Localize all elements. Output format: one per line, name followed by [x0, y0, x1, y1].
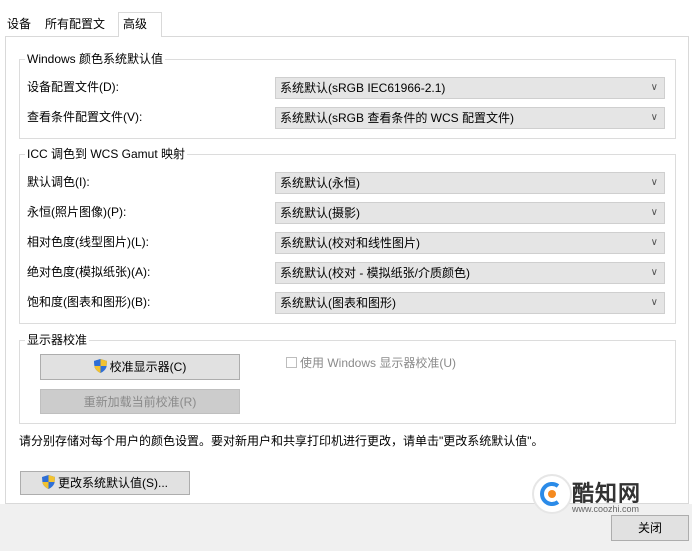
watermark-logo-icon: [532, 474, 572, 514]
default-rendering-value: 系统默认(永恒): [280, 176, 360, 190]
default-rendering-label: 默认调色(I):: [27, 175, 90, 189]
saturation-label: 饱和度(图表和图形)(B):: [27, 295, 151, 309]
device-profile-label: 设备配置文件(D):: [27, 80, 119, 94]
group-title: 显示器校准: [25, 332, 90, 348]
saturation-value: 系统默认(图表和图形): [280, 296, 396, 310]
default-rendering-select[interactable]: 系统默认(永恒) ∨: [275, 172, 665, 194]
relative-colorimetric-value: 系统默认(校对和线性图片): [280, 236, 420, 250]
absolute-colorimetric-value: 系统默认(校对 - 模拟纸张/介质颜色): [280, 266, 470, 280]
tab-devices[interactable]: 设备: [3, 14, 35, 35]
watermark: 酷知网 www.coozhi.com: [512, 466, 692, 526]
uac-shield-icon: [93, 359, 107, 373]
chevron-down-icon: ∨: [650, 112, 658, 123]
chevron-down-icon: ∨: [650, 82, 658, 93]
tab-advanced[interactable]: 高级: [118, 12, 162, 37]
calibrate-display-label: 校准显示器(C): [109, 360, 187, 374]
change-system-defaults-label: 更改系统默认值(S)...: [58, 476, 168, 490]
relative-colorimetric-label: 相对色度(线型图片)(L):: [27, 235, 149, 249]
device-profile-select[interactable]: 系统默认(sRGB IEC61966-2.1) ∨: [275, 77, 665, 99]
viewing-conditions-label: 查看条件配置文件(V):: [27, 110, 143, 124]
tab-bar: 设备 所有配置文件 高级: [0, 0, 692, 52]
relative-colorimetric-select[interactable]: 系统默认(校对和线性图片) ∨: [275, 232, 665, 254]
watermark-url: www.coozhi.com: [572, 504, 640, 514]
viewing-conditions-value: 系统默认(sRGB 查看条件的 WCS 配置文件): [280, 111, 514, 125]
chevron-down-icon: ∨: [650, 297, 658, 308]
perceptual-label: 永恒(照片图像)(P):: [27, 205, 127, 219]
use-windows-calibration-label: 使用 Windows 显示器校准(U): [300, 356, 457, 370]
use-windows-calibration-checkbox[interactable]: [286, 357, 297, 368]
chevron-down-icon: ∨: [650, 207, 658, 218]
info-text: 请分别存储对每个用户的颜色设置。要对新用户和共享打印机进行更改，请单击"更改系统…: [19, 434, 544, 448]
group-title: Windows 颜色系统默认值: [25, 51, 166, 67]
absolute-colorimetric-label: 绝对色度(模拟纸张)(A):: [27, 265, 151, 279]
chevron-down-icon: ∨: [650, 267, 658, 278]
viewing-conditions-select[interactable]: 系统默认(sRGB 查看条件的 WCS 配置文件) ∨: [275, 107, 665, 129]
perceptual-select[interactable]: 系统默认(摄影) ∨: [275, 202, 665, 224]
uac-shield-icon: [42, 475, 55, 489]
perceptual-value: 系统默认(摄影): [280, 206, 360, 220]
chevron-down-icon: ∨: [650, 177, 658, 188]
saturation-select[interactable]: 系统默认(图表和图形) ∨: [275, 292, 665, 314]
device-profile-value: 系统默认(sRGB IEC61966-2.1): [280, 81, 446, 95]
chevron-down-icon: ∨: [650, 237, 658, 248]
reload-calibration-button[interactable]: 重新加载当前校准(R): [40, 389, 240, 414]
change-system-defaults-button[interactable]: 更改系统默认值(S)...: [20, 471, 190, 495]
calibrate-display-button[interactable]: 校准显示器(C): [40, 354, 240, 380]
group-title: ICC 调色到 WCS Gamut 映射: [25, 146, 188, 162]
tab-all-profiles[interactable]: 所有配置文件: [41, 14, 117, 52]
absolute-colorimetric-select[interactable]: 系统默认(校对 - 模拟纸张/介质颜色) ∨: [275, 262, 665, 284]
